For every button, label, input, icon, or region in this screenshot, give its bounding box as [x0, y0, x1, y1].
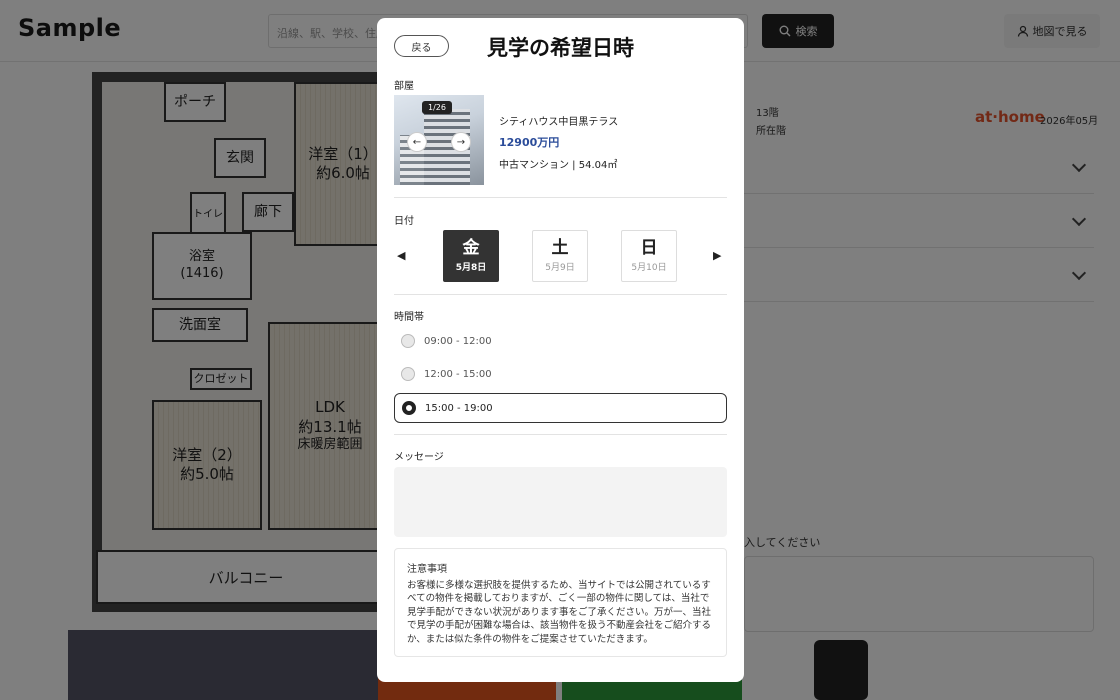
- room-section-label: 部屋: [394, 81, 414, 92]
- visit-schedule-modal: 戻る 見学の希望日時 部屋 1/26 ← → シティハウス中目黒テラス 1290…: [377, 18, 744, 682]
- prev-day-button[interactable]: ◀: [397, 249, 405, 262]
- divider: [394, 197, 727, 198]
- time-slot-option[interactable]: 09:00 - 12:00: [394, 326, 727, 356]
- notice-title: 注意事項: [407, 564, 447, 575]
- day-date: 5月9日: [545, 263, 575, 274]
- radio-button[interactable]: [401, 367, 415, 381]
- divider: [394, 294, 727, 295]
- arrow-left-icon: ←: [412, 136, 422, 148]
- day-of-week: 日: [640, 237, 658, 258]
- time-slot-option-selected[interactable]: 15:00 - 19:00: [394, 393, 727, 423]
- day-date: 5月10日: [631, 263, 667, 274]
- day-option-fri[interactable]: 金 5月8日: [443, 230, 499, 282]
- day-of-week: 金: [462, 237, 480, 258]
- day-of-week: 土: [551, 237, 569, 258]
- divider: [394, 434, 727, 435]
- day-date: 5月8日: [455, 263, 487, 274]
- time-slot-label: 09:00 - 12:00: [424, 335, 492, 347]
- photo-prev-button[interactable]: ←: [407, 132, 427, 152]
- date-section-label: 日付: [394, 216, 414, 227]
- time-section-label: 時間帯: [394, 312, 424, 323]
- photo-counter: 1/26: [422, 101, 452, 114]
- radio-button[interactable]: [401, 334, 415, 348]
- next-day-button[interactable]: ▶: [713, 249, 721, 262]
- notice-box: 注意事項 お客様に多様な選択肢を提供するため、当サイトでは公開されているすべての…: [394, 548, 727, 657]
- property-photo: 1/26 ← →: [394, 95, 484, 185]
- day-option-sun[interactable]: 日 5月10日: [621, 230, 677, 282]
- arrow-right-icon: →: [456, 136, 466, 148]
- property-description: 中古マンション | 54.04㎡: [499, 160, 618, 171]
- triangle-right-icon: ▶: [713, 249, 722, 262]
- triangle-left-icon: ◀: [397, 249, 406, 262]
- property-name: シティハウス中目黒テラス: [499, 117, 619, 128]
- property-price: 12900万円: [499, 136, 560, 149]
- day-option-sat[interactable]: 土 5月9日: [532, 230, 588, 282]
- modal-title: 見学の希望日時: [487, 36, 634, 60]
- time-slot-option[interactable]: 12:00 - 15:00: [394, 359, 727, 389]
- notice-body: お客様に多様な選択肢を提供するため、当サイトでは公開されているすべての物件を掲載…: [407, 580, 712, 645]
- photo-next-button[interactable]: →: [451, 132, 471, 152]
- time-slot-label: 12:00 - 15:00: [424, 368, 492, 380]
- time-slot-label: 15:00 - 19:00: [425, 402, 493, 414]
- radio-button-checked[interactable]: [402, 401, 416, 415]
- message-section-label: メッセージ: [394, 452, 444, 463]
- message-textarea[interactable]: [394, 467, 727, 537]
